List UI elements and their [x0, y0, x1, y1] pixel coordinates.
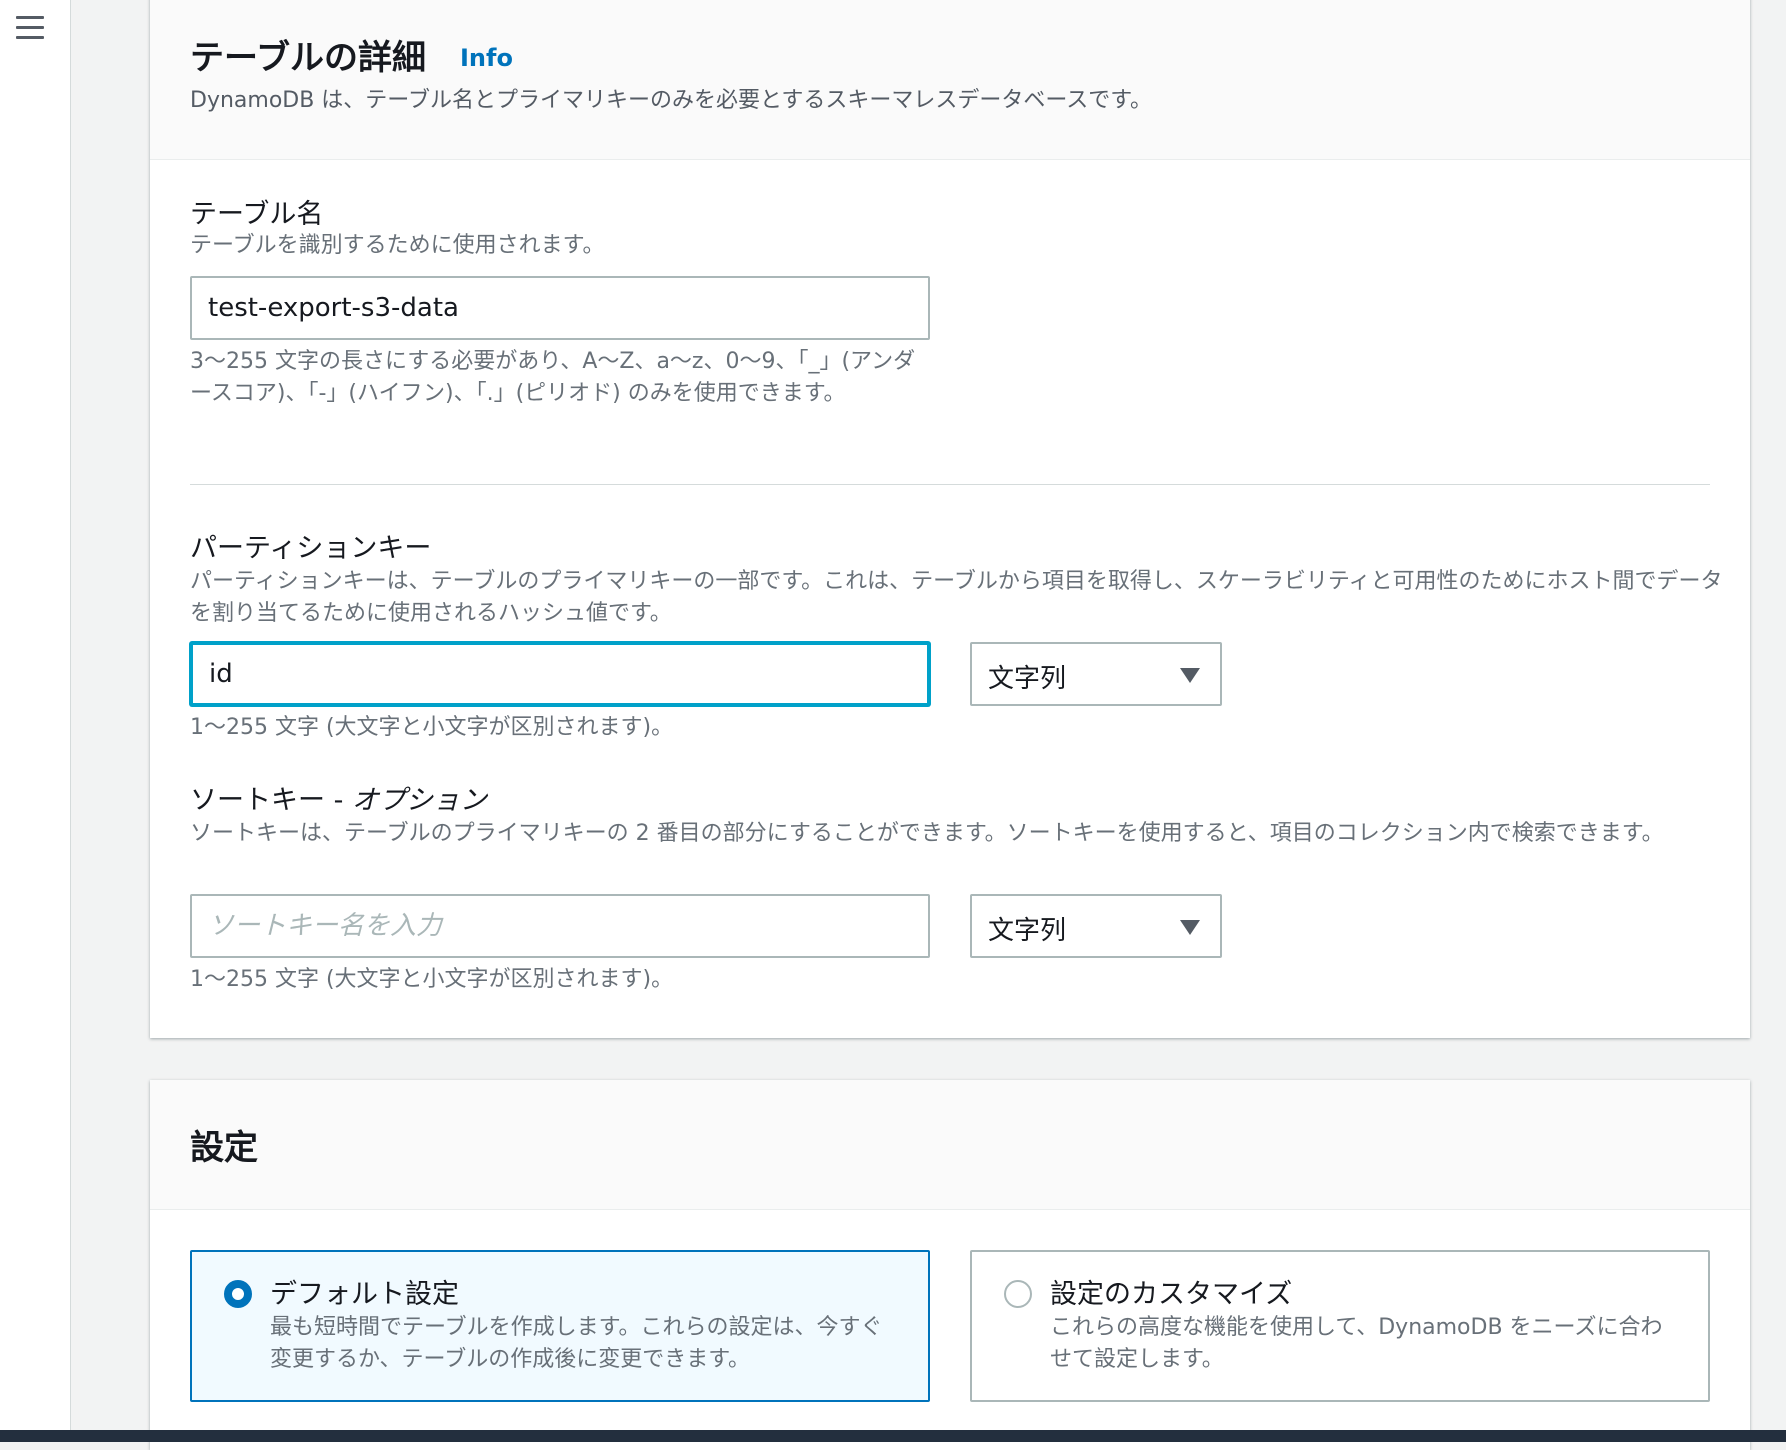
settings-panel: 設定 デフォルト設定 最も短時間でテーブルを作成します。これらの設定は、今すぐ変… — [150, 1080, 1750, 1450]
section-divider — [190, 484, 1710, 485]
partition-key-label: パーティションキー — [190, 533, 432, 564]
partition-key-description: パーティションキーは、テーブルのプライマリキーの一部です。これは、テーブルから項… — [190, 569, 1723, 626]
sort-key-input[interactable] — [190, 894, 930, 958]
table-details-title: テーブルの詳細 — [190, 38, 426, 78]
bottom-bar — [0, 1430, 1786, 1442]
partition-key-input[interactable] — [190, 642, 930, 706]
settings-title: 設定 — [190, 1128, 258, 1168]
info-link[interactable]: Info — [460, 44, 513, 72]
sort-key-type-value: 文字列 — [988, 916, 1067, 946]
table-name-constraint: 3〜255 文字の長さにする必要があり、A〜Z、a〜z、0〜9、「_」(アンダー… — [190, 349, 916, 406]
table-details-description: DynamoDB は、テーブル名とプライマリキーのみを必要とするスキーマレスデー… — [190, 88, 1153, 113]
sort-key-description: ソートキーは、テーブルのプライマリキーの 2 番目の部分にすることができます。ソ… — [190, 821, 1664, 846]
partition-key-type-select[interactable]: 文字列 — [970, 642, 1222, 706]
radio-unselected-icon[interactable] — [1004, 1280, 1032, 1308]
table-details-panel: テーブルの詳細 Info DynamoDB は、テーブル名とプライマリキーのみを… — [150, 0, 1750, 1038]
hamburger-menu-icon[interactable] — [14, 14, 46, 42]
radio-selected-icon[interactable] — [224, 1280, 252, 1308]
default-settings-description: 最も短時間でテーブルを作成します。これらの設定は、今すぐ変更するか、テーブルの作… — [270, 1315, 883, 1372]
caret-down-icon — [1180, 920, 1200, 935]
sort-key-constraint: 1〜255 文字 (大文字と小文字が区別されます)。 — [190, 967, 674, 992]
table-details-header: テーブルの詳細 Info DynamoDB は、テーブル名とプライマリキーのみを… — [150, 0, 1750, 160]
sort-key-type-select[interactable]: 文字列 — [970, 894, 1222, 958]
side-navigation-rail — [0, 0, 71, 1430]
default-settings-option[interactable]: デフォルト設定 最も短時間でテーブルを作成します。これらの設定は、今すぐ変更する… — [190, 1250, 930, 1402]
caret-down-icon — [1180, 668, 1200, 683]
partition-key-constraint: 1〜255 文字 (大文字と小文字が区別されます)。 — [190, 715, 674, 740]
sort-key-optional-text: オプション — [351, 785, 487, 816]
sort-key-label: ソートキー - オプション — [190, 778, 487, 817]
table-name-input[interactable] — [190, 276, 930, 340]
sort-key-label-text: ソートキー - — [190, 785, 352, 816]
table-name-label: テーブル名 — [190, 199, 324, 230]
default-settings-title: デフォルト設定 — [270, 1279, 459, 1310]
customize-settings-description: これらの高度な機能を使用して、DynamoDB をニーズに合わせて設定します。 — [1050, 1315, 1663, 1372]
customize-settings-title: 設定のカスタマイズ — [1050, 1279, 1293, 1310]
settings-header: 設定 — [150, 1080, 1750, 1210]
table-name-description: テーブルを識別するために使用されます。 — [190, 233, 605, 258]
partition-key-type-value: 文字列 — [988, 664, 1067, 694]
customize-settings-option[interactable]: 設定のカスタマイズ これらの高度な機能を使用して、DynamoDB をニーズに合… — [970, 1250, 1710, 1402]
